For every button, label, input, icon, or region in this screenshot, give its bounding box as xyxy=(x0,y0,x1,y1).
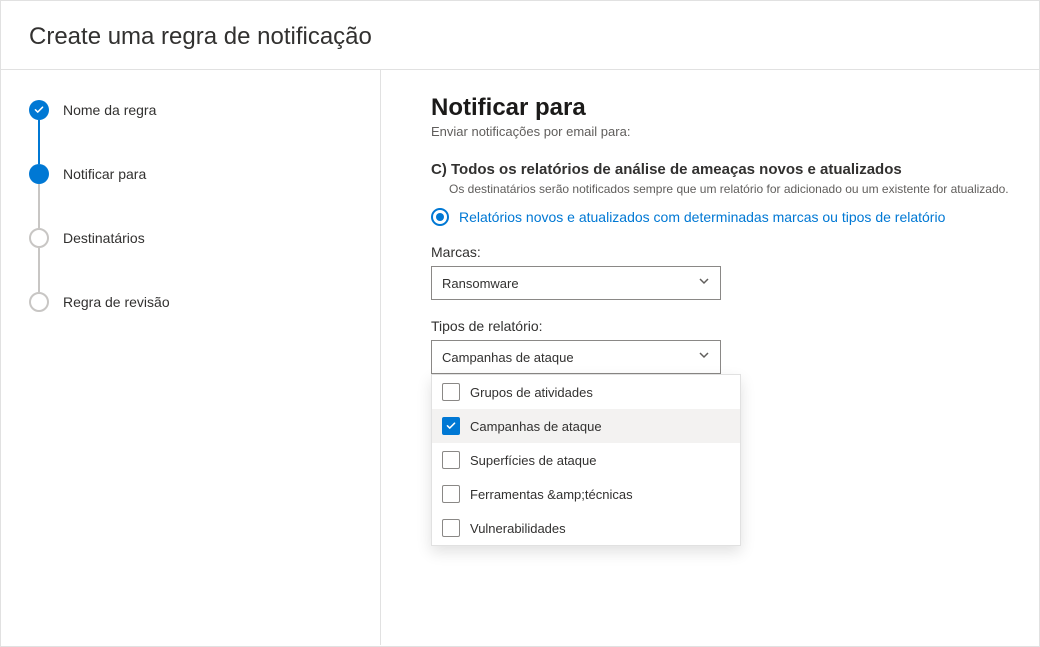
main-panel: Notificar para Enviar notificações por e… xyxy=(381,70,1039,645)
page-title: Create uma regra de notificação xyxy=(29,23,1011,51)
dropdown-option-superficies-de-ataque[interactable]: Superfícies de ataque xyxy=(432,443,740,477)
option-label: Vulnerabilidades xyxy=(470,521,566,536)
option-label: Campanhas de ataque xyxy=(470,419,602,434)
checkbox-unchecked-icon xyxy=(442,485,460,503)
chevron-down-icon xyxy=(698,348,710,366)
step-nome-da-regra[interactable]: Nome da regra xyxy=(29,100,360,120)
radio-option-filtered-reports[interactable]: Relatórios novos e atualizados com deter… xyxy=(431,208,1015,226)
option-c-description: Os destinatários serão notificados sempr… xyxy=(449,182,1015,196)
step-connector xyxy=(38,184,40,228)
marcas-select[interactable]: Ransomware xyxy=(431,266,721,300)
tipos-label: Tipos de relatório: xyxy=(431,318,1015,334)
radio-selected-icon xyxy=(431,208,449,226)
step-connector xyxy=(38,120,40,164)
step-label: Regra de revisão xyxy=(63,294,170,310)
page-header: Create uma regra de notificação xyxy=(1,1,1039,69)
dropdown-option-grupos-de-atividades[interactable]: Grupos de atividades xyxy=(432,375,740,409)
tipos-select[interactable]: Campanhas de ataque Grupos de atividades… xyxy=(431,340,721,374)
step-destinatarios[interactable]: Destinatários xyxy=(29,228,360,248)
step-connector xyxy=(38,248,40,292)
section-heading: Notificar para xyxy=(431,94,1015,122)
checkbox-unchecked-icon xyxy=(442,451,460,469)
current-step-icon xyxy=(29,164,49,184)
step-regra-de-revisao[interactable]: Regra de revisão xyxy=(29,292,360,312)
option-label: Superfícies de ataque xyxy=(470,453,596,468)
checkbox-unchecked-icon xyxy=(442,383,460,401)
pending-step-icon xyxy=(29,228,49,248)
checkbox-checked-icon xyxy=(442,417,460,435)
tipos-selected-value: Campanhas de ataque xyxy=(442,350,698,365)
checkbox-unchecked-icon xyxy=(442,519,460,537)
checkmark-icon xyxy=(29,100,49,120)
option-c-title: C) Todos os relatórios de análise de ame… xyxy=(431,161,1015,178)
step-notificar-para[interactable]: Notificar para xyxy=(29,164,360,184)
pending-step-icon xyxy=(29,292,49,312)
option-label: Ferramentas &amp;técnicas xyxy=(470,487,633,502)
step-list: Nome da regra Notificar para Destinatári… xyxy=(29,100,360,312)
marcas-label: Marcas: xyxy=(431,244,1015,260)
dropdown-option-ferramentas-tecnicas[interactable]: Ferramentas &amp;técnicas xyxy=(432,477,740,511)
step-label: Destinatários xyxy=(63,230,145,246)
dropdown-option-vulnerabilidades[interactable]: Vulnerabilidades xyxy=(432,511,740,545)
radio-label: Relatórios novos e atualizados com deter… xyxy=(459,209,945,225)
step-label: Notificar para xyxy=(63,166,146,182)
step-label: Nome da regra xyxy=(63,102,156,118)
dropdown-option-campanhas-de-ataque[interactable]: Campanhas de ataque xyxy=(432,409,740,443)
option-label: Grupos de atividades xyxy=(470,385,593,400)
chevron-down-icon xyxy=(698,274,710,292)
tipos-dropdown: Grupos de atividades Campanhas de ataque… xyxy=(431,374,741,546)
marcas-selected-value: Ransomware xyxy=(442,276,698,291)
content-area: Nome da regra Notificar para Destinatári… xyxy=(1,70,1039,645)
section-subtitle: Enviar notificações por email para: xyxy=(431,124,1015,139)
wizard-steps-nav: Nome da regra Notificar para Destinatári… xyxy=(1,70,381,645)
